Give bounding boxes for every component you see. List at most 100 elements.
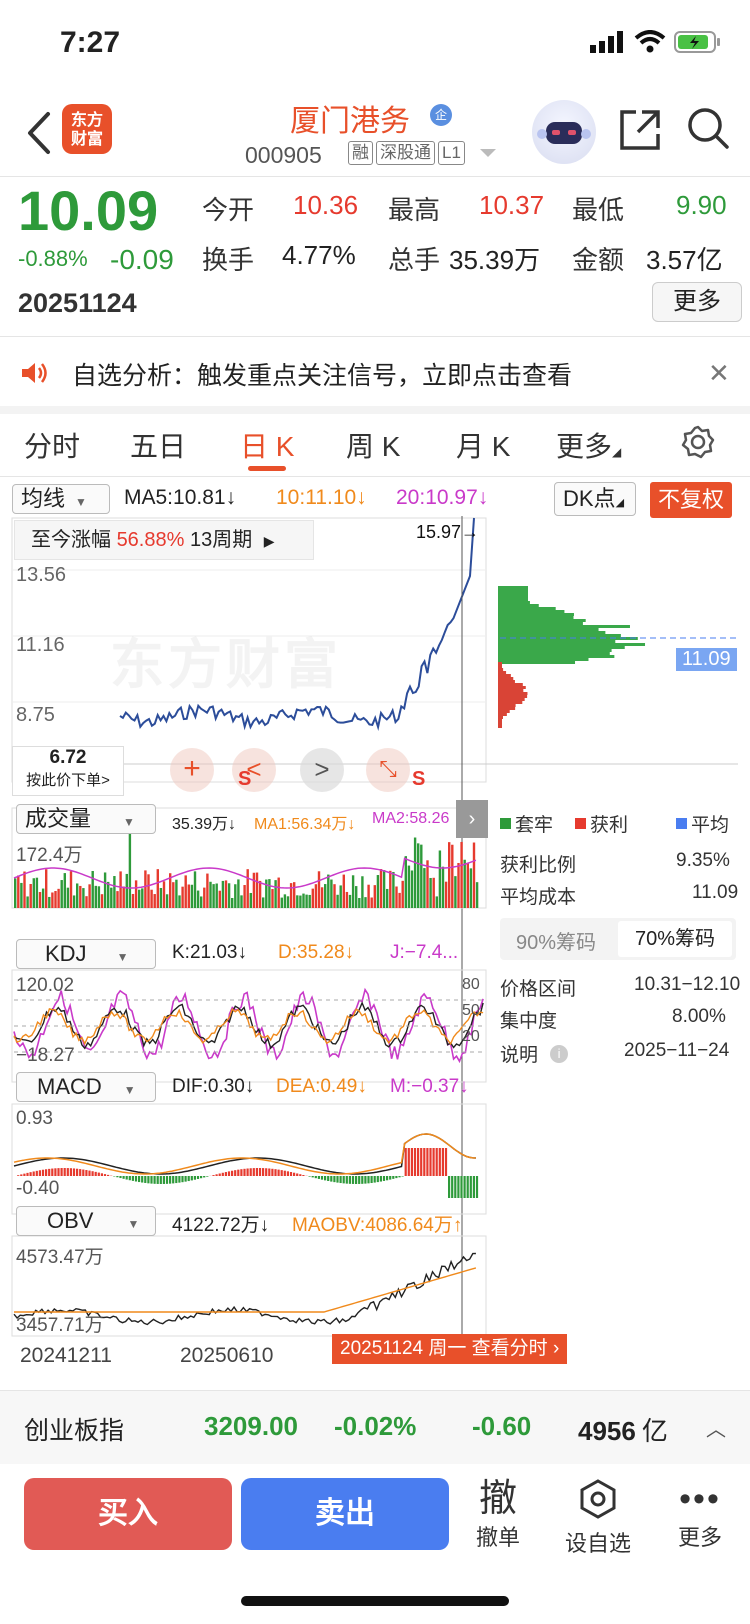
volume-bar — [85, 896, 88, 908]
macd-bar — [159, 1176, 162, 1184]
more-quote-button[interactable]: 更多 — [652, 282, 742, 322]
chip-bar — [498, 652, 610, 655]
chevron-down-icon[interactable] — [477, 146, 499, 160]
tab-monthly-k[interactable]: 月 K — [456, 425, 510, 465]
volume-bar — [26, 896, 29, 908]
assistant-avatar[interactable] — [532, 100, 596, 164]
macd-bar — [364, 1176, 367, 1184]
stock-name[interactable]: 厦门港务 — [290, 96, 410, 140]
chip-bar — [498, 674, 511, 677]
macd-bar — [367, 1176, 370, 1184]
turnover-label: 换手 — [202, 245, 255, 275]
macd-bar — [144, 1176, 147, 1183]
info-icon[interactable]: i — [550, 1044, 569, 1063]
macd-bar — [314, 1176, 317, 1179]
back-icon[interactable] — [20, 108, 60, 158]
more-actions-button[interactable]: ••• 更多 — [660, 1478, 740, 1552]
volume-bar — [131, 893, 135, 908]
search-icon[interactable] — [686, 106, 730, 150]
kdj-ymin: −18.27 — [16, 1045, 75, 1066]
volume-dropdown[interactable]: 成交量 ▼ — [16, 804, 156, 834]
volume-bar — [438, 850, 442, 908]
macd-bar — [237, 1169, 240, 1176]
tab-more[interactable]: 更多◢ — [556, 425, 621, 465]
obv-dropdown[interactable]: OBV ▼ — [16, 1206, 156, 1236]
chip-bar — [498, 710, 510, 713]
no-adjust-button[interactable]: 不复权 — [650, 482, 732, 518]
dk-point-dropdown[interactable]: DK点◢ — [554, 482, 636, 516]
collapse-icon[interactable]: › — [456, 800, 488, 838]
tab-chip-90[interactable]: 90%筹码 — [516, 926, 596, 955]
macd-bar — [361, 1176, 364, 1184]
volume-value: 35.39万 — [449, 245, 541, 275]
chevron-right-icon[interactable]: > — [300, 748, 344, 792]
volume-bar — [237, 879, 240, 908]
order-price-hint: 按此价下单> — [26, 772, 110, 789]
macd-bar — [116, 1176, 119, 1178]
macd-bar — [342, 1176, 345, 1184]
close-icon[interactable]: ✕ — [708, 358, 730, 389]
note-row[interactable]: 说明 i — [500, 1040, 569, 1067]
rise-label: 至今涨幅 — [31, 529, 111, 551]
tab-daily-k[interactable]: 日 K — [240, 425, 294, 465]
volume-bar — [382, 870, 386, 908]
sell-button[interactable]: 卖出 — [241, 1478, 449, 1550]
macd-bar — [429, 1148, 432, 1176]
volume-bar — [358, 897, 361, 908]
volume-bar — [215, 883, 218, 908]
analysis-banner[interactable]: 自选分析：触发重点关注信号，立即点击查看 — [72, 356, 572, 392]
macd-bar — [454, 1176, 457, 1198]
index-value: 3209.00 — [204, 1411, 298, 1441]
add-icon[interactable]: + — [170, 748, 214, 792]
chevron-right-icon: ▶ — [263, 533, 275, 549]
volume-bar — [76, 883, 79, 908]
macd-bar — [181, 1176, 184, 1183]
macd-bar — [187, 1176, 190, 1182]
index-name: 创业板指 — [24, 1417, 125, 1445]
volume-bar — [249, 892, 252, 908]
tab-intraday[interactable]: 分时 — [24, 425, 80, 465]
chip-bar — [498, 592, 528, 595]
gear-icon[interactable] — [680, 424, 716, 460]
tab-weekly-k[interactable]: 周 K — [346, 425, 400, 465]
add-watchlist-button[interactable]: 设自选 — [558, 1478, 638, 1558]
volume-bar — [35, 877, 39, 908]
sell-signal-icon: S — [238, 768, 252, 790]
share-icon[interactable] — [618, 108, 662, 152]
macd-bar — [215, 1174, 218, 1176]
chevron-up-icon[interactable]: ︿ — [706, 1413, 726, 1442]
volume-bar — [345, 891, 349, 908]
macd-dropdown[interactable]: MACD ▼ — [16, 1072, 156, 1102]
volume-bar — [69, 871, 73, 908]
rise-since-box[interactable]: 至今涨幅 56.88% 13周期 ▶ — [14, 520, 314, 560]
macd-bar — [451, 1176, 454, 1198]
volume-bar — [469, 868, 473, 908]
order-price-box[interactable]: 6.72 按此价下单> — [12, 746, 124, 796]
macd-bar — [333, 1176, 336, 1183]
volume-bar — [274, 880, 277, 908]
tab-chip-70[interactable]: 70%筹码 — [618, 921, 732, 957]
macd-bar — [317, 1176, 320, 1179]
kdj-ymax: 120.02 — [16, 975, 75, 996]
chip-bar — [498, 643, 646, 646]
amount-value: 3.57亿 — [646, 245, 723, 275]
index-bar[interactable]: 创业板指 3209.00 -0.02% -0.60 4956 亿 ︿ — [0, 1390, 750, 1464]
buy-button[interactable]: 买入 — [24, 1478, 232, 1550]
cancel-order-button[interactable]: 撤 撤单 — [458, 1478, 538, 1552]
volume-bar — [296, 895, 299, 908]
volume-bar — [444, 881, 448, 908]
kdj-dropdown[interactable]: KDJ ▼ — [16, 939, 156, 969]
volume-bar — [255, 872, 259, 908]
last-price: 10.09 — [18, 179, 159, 242]
ma-dropdown[interactable]: 均线 ▼ — [12, 484, 110, 514]
tab-five-day[interactable]: 五日 — [130, 425, 186, 465]
volume-bar — [175, 879, 178, 908]
x-date-2: 20250610 — [180, 1344, 274, 1367]
macd-bar — [407, 1148, 410, 1176]
view-intraday-tooltip[interactable]: 20251124 周一 查看分时 › — [332, 1334, 568, 1364]
volume-bar — [451, 844, 454, 908]
index-amount: 4956 亿 — [578, 1416, 668, 1446]
volume-bar — [227, 883, 231, 908]
macd-bar — [311, 1176, 314, 1178]
expand-icon[interactable]: ⤡ — [366, 748, 410, 792]
